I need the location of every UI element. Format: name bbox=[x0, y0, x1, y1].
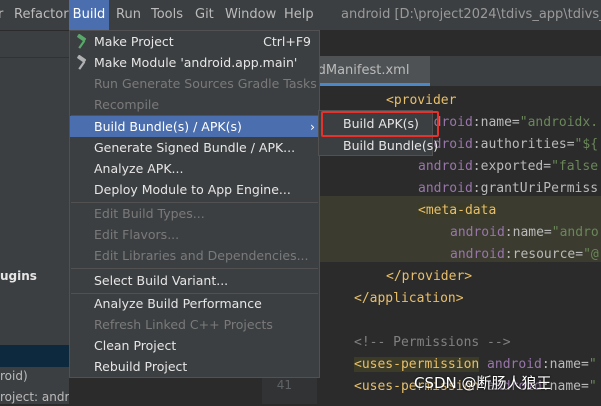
watermark: CSDN @断肠人狼王 bbox=[414, 374, 552, 392]
edit-libraries-item[interactable]: Edit Libraries and Dependencies... bbox=[70, 245, 319, 266]
code-line: </provider> bbox=[386, 269, 473, 284]
menu-refactor[interactable]: Refactor bbox=[14, 0, 69, 30]
tree-item-project-android[interactable]: roject: android) bbox=[0, 388, 69, 406]
analyze-apk-item[interactable]: Analyze APK... bbox=[70, 158, 319, 179]
chevron-right-icon: › bbox=[310, 119, 315, 134]
generate-signed-item[interactable]: Generate Signed Bundle / APK... bbox=[70, 137, 319, 158]
line-number: 41 bbox=[276, 378, 292, 392]
highlight-box bbox=[321, 111, 439, 137]
project-panel-toolbar bbox=[0, 31, 69, 58]
menu-git[interactable]: Git bbox=[195, 0, 214, 30]
code-line: <!-- Permissions --> bbox=[354, 335, 511, 350]
make-project-item[interactable]: Make Project Ctrl+F9 bbox=[70, 31, 319, 52]
code-line: android:name="andro bbox=[450, 225, 599, 240]
module-hammer-icon bbox=[77, 55, 87, 70]
tree-item-plugins[interactable]: ugins bbox=[0, 267, 69, 285]
code-line: android:exported="false bbox=[418, 159, 599, 174]
tree-item-android[interactable]: roid) bbox=[0, 367, 69, 385]
menu-separator bbox=[71, 268, 318, 269]
code-line: android:resource="@ bbox=[450, 247, 599, 262]
menu-run[interactable]: Run bbox=[116, 0, 141, 30]
code-line: <meta-data bbox=[418, 203, 497, 218]
code-line: <provider bbox=[386, 93, 457, 108]
project-panel: ugins roid) roject: android) bbox=[0, 31, 69, 404]
select-build-variant-item[interactable]: Select Build Variant... bbox=[70, 270, 319, 291]
menu-bar: r Refactor Build Run Tools Git Window He… bbox=[0, 0, 601, 31]
code-line: android:grantUriPermiss bbox=[418, 181, 599, 196]
make-module-item[interactable]: Make Module 'android.app.main' bbox=[70, 52, 319, 73]
clean-project-item[interactable]: Clean Project bbox=[70, 335, 319, 356]
recompile-item[interactable]: Recompile bbox=[70, 94, 319, 115]
rebuild-project-item[interactable]: Rebuild Project bbox=[70, 356, 319, 377]
analyze-build-performance-item[interactable]: Analyze Build Performance bbox=[70, 293, 319, 314]
code-line: android:authorities="${ bbox=[418, 137, 599, 152]
build-bundles-item[interactable]: Build Bundle(s) bbox=[319, 135, 438, 156]
build-bundle-apk-item[interactable]: Build Bundle(s) / APK(s) › bbox=[70, 116, 319, 137]
code-line: </application> bbox=[354, 291, 464, 306]
menu-help[interactable]: Help bbox=[284, 0, 314, 30]
selected-row[interactable] bbox=[0, 345, 69, 367]
window-title: android [D:\project2024\tdivs_app\tdivs_… bbox=[341, 7, 601, 22]
tab-label: idManifest.xml bbox=[314, 63, 410, 78]
code-line: android:name="androidx. bbox=[418, 115, 599, 130]
tab-android-manifest[interactable]: idManifest.xml bbox=[306, 56, 430, 86]
menu-window[interactable]: Window bbox=[225, 0, 276, 30]
hammer-icon bbox=[77, 34, 87, 49]
edit-build-types-item[interactable]: Edit Build Types... bbox=[70, 203, 319, 224]
build-menu-dropdown: Make Project Ctrl+F9 Make Module 'androi… bbox=[69, 30, 320, 378]
refresh-linked-cpp-item[interactable]: Refresh Linked C++ Projects bbox=[70, 314, 319, 335]
run-generate-sources-item[interactable]: Run Generate Sources Gradle Tasks bbox=[70, 73, 319, 94]
deploy-module-item[interactable]: Deploy Module to App Engine... bbox=[70, 179, 319, 200]
menu-build[interactable]: Build bbox=[69, 0, 109, 30]
menu-tools[interactable]: Tools bbox=[151, 0, 183, 30]
menu-code[interactable]: r bbox=[0, 0, 3, 30]
edit-flavors-item[interactable]: Edit Flavors... bbox=[70, 224, 319, 245]
